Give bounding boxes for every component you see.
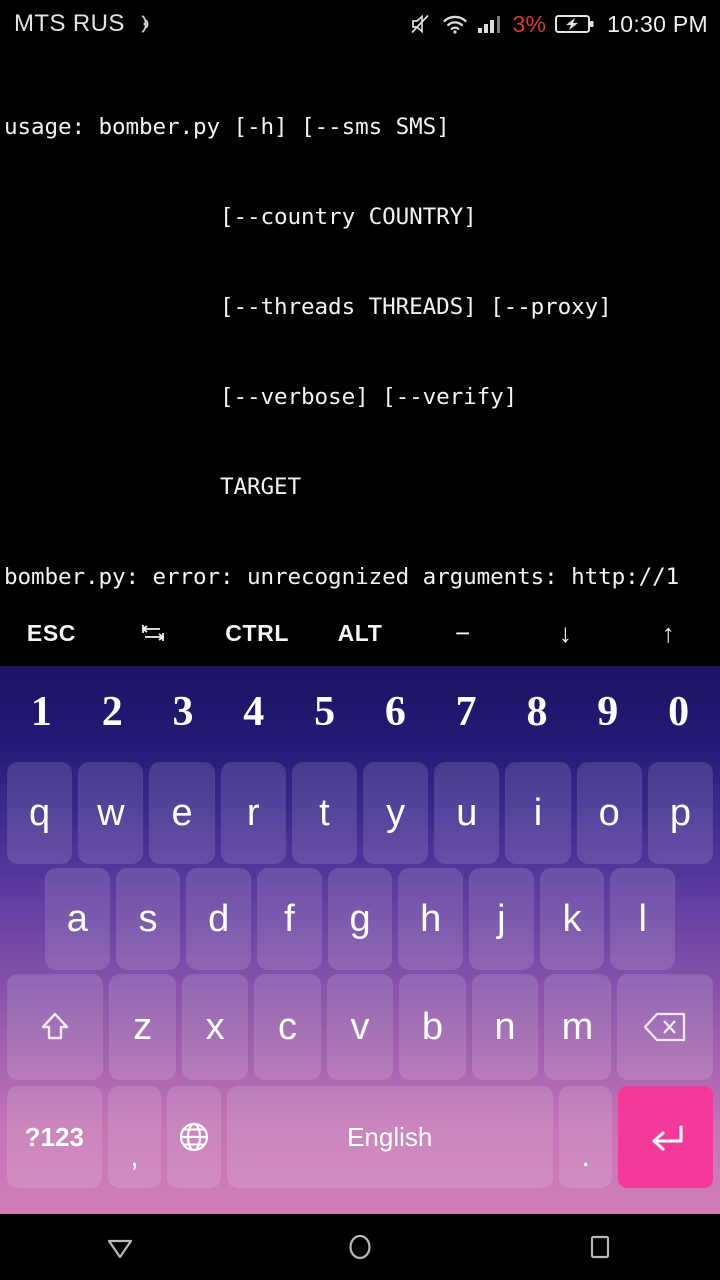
status-bar-left: MTS RUS bbox=[14, 10, 156, 38]
key-r[interactable]: r bbox=[220, 762, 286, 864]
language-switch-key[interactable] bbox=[167, 1086, 221, 1188]
key-h[interactable]: h bbox=[398, 868, 464, 970]
key-c[interactable]: c bbox=[254, 974, 321, 1080]
tab-key[interactable] bbox=[103, 600, 206, 666]
key-9[interactable]: 9 bbox=[572, 666, 643, 758]
key-8[interactable]: 8 bbox=[502, 666, 573, 758]
arrow-down-key[interactable]: ↓ bbox=[514, 600, 617, 666]
terminal-line: [--threads THREADS] [--proxy] bbox=[4, 294, 612, 320]
key-4[interactable]: 4 bbox=[218, 666, 289, 758]
status-bar-right: 3% 10:30 PM bbox=[409, 11, 708, 38]
key-y[interactable]: y bbox=[363, 762, 429, 864]
key-d[interactable]: d bbox=[186, 868, 252, 970]
signal-icon bbox=[477, 12, 503, 36]
clock-label: 10:30 PM bbox=[607, 10, 708, 37]
key-7[interactable]: 7 bbox=[431, 666, 502, 758]
home-button[interactable] bbox=[240, 1230, 480, 1264]
key-n[interactable]: n bbox=[471, 974, 539, 1080]
shift-arrow-icon bbox=[35, 1007, 75, 1047]
symbols-key[interactable]: ?123 bbox=[7, 1086, 102, 1188]
key-5[interactable]: 5 bbox=[289, 666, 360, 758]
globe-icon bbox=[174, 1117, 214, 1157]
space-key[interactable]: English bbox=[226, 1086, 553, 1188]
home-circle-icon bbox=[343, 1230, 377, 1264]
backspace-key[interactable] bbox=[616, 974, 714, 1080]
back-triangle-icon bbox=[103, 1230, 137, 1264]
minus-key[interactable]: − bbox=[411, 600, 514, 666]
recents-button[interactable] bbox=[480, 1230, 720, 1264]
keyboard-row-zxcv: z x c v b n m bbox=[0, 970, 720, 1080]
key-g[interactable]: g bbox=[327, 868, 393, 970]
carrier-label: MTS RUS bbox=[14, 10, 125, 37]
terminal-output[interactable]: usage: bomber.py [-h] [--sms SMS] [--cou… bbox=[0, 48, 720, 600]
terminal-line: TARGET bbox=[4, 474, 302, 500]
status-bar: MTS RUS 3% 10:30 PM bbox=[0, 0, 720, 48]
key-s[interactable]: s bbox=[115, 868, 181, 970]
key-v[interactable]: v bbox=[326, 974, 394, 1080]
key-3[interactable]: 3 bbox=[148, 666, 219, 758]
key-6[interactable]: 6 bbox=[360, 666, 431, 758]
phone-screen: MTS RUS 3% 10:30 PM usage: bomber.py [-h… bbox=[0, 0, 720, 1280]
terminal-line: [--verbose] [--verify] bbox=[4, 384, 518, 410]
key-2[interactable]: 2 bbox=[77, 666, 148, 758]
enter-key[interactable] bbox=[618, 1086, 713, 1188]
key-i[interactable]: i bbox=[505, 762, 571, 864]
alt-key[interactable]: ALT bbox=[309, 600, 412, 666]
ctrl-key[interactable]: CTRL bbox=[206, 600, 309, 666]
nfc-icon bbox=[134, 13, 156, 35]
keyboard-number-row: 1 2 3 4 5 6 7 8 9 0 bbox=[0, 666, 720, 758]
period-key[interactable]: . bbox=[558, 1086, 613, 1188]
key-0[interactable]: 0 bbox=[643, 666, 714, 758]
keyboard-row-bottom: ?123 , English . bbox=[0, 1080, 720, 1192]
key-1[interactable]: 1 bbox=[6, 666, 77, 758]
key-k[interactable]: k bbox=[539, 868, 605, 970]
recents-square-icon bbox=[583, 1230, 617, 1264]
key-o[interactable]: o bbox=[576, 762, 642, 864]
key-l[interactable]: l bbox=[610, 868, 676, 970]
battery-charging-icon bbox=[555, 13, 595, 35]
key-z[interactable]: z bbox=[109, 974, 176, 1080]
enter-arrow-icon bbox=[643, 1117, 689, 1157]
terminal-extra-keys-bar: ESC CTRL ALT − ↓ ↑ bbox=[0, 600, 720, 666]
android-navigation-bar bbox=[0, 1214, 720, 1280]
shift-key[interactable] bbox=[7, 974, 104, 1080]
wifi-icon bbox=[442, 12, 468, 36]
key-f[interactable]: f bbox=[257, 868, 322, 970]
key-x[interactable]: x bbox=[181, 974, 249, 1080]
key-j[interactable]: j bbox=[469, 868, 534, 970]
key-m[interactable]: m bbox=[544, 974, 611, 1080]
key-b[interactable]: b bbox=[399, 974, 466, 1080]
tab-icon bbox=[139, 621, 169, 645]
keyboard-row-asdf: a s d f g h j k l bbox=[0, 864, 720, 970]
key-w[interactable]: w bbox=[78, 762, 144, 864]
terminal-line: bomber.py: error: unrecognized arguments… bbox=[4, 564, 680, 590]
key-a[interactable]: a bbox=[45, 868, 110, 970]
key-e[interactable]: e bbox=[149, 762, 215, 864]
arrow-up-key[interactable]: ↑ bbox=[617, 600, 720, 666]
terminal-line: [--country COUNTRY] bbox=[4, 204, 477, 230]
comma-key[interactable]: , bbox=[107, 1086, 162, 1188]
key-u[interactable]: u bbox=[434, 762, 500, 864]
esc-key[interactable]: ESC bbox=[0, 600, 103, 666]
key-q[interactable]: q bbox=[7, 762, 73, 864]
key-p[interactable]: p bbox=[647, 762, 714, 864]
virtual-keyboard: 1 2 3 4 5 6 7 8 9 0 q w e r t y u i o p … bbox=[0, 666, 720, 1214]
battery-percent-label: 3% bbox=[512, 10, 547, 37]
terminal-line: usage: bomber.py [-h] [--sms SMS] bbox=[4, 114, 450, 140]
key-t[interactable]: t bbox=[291, 762, 358, 864]
mute-icon bbox=[409, 12, 433, 36]
keyboard-row-qwerty: q w e r t y u i o p bbox=[0, 758, 720, 864]
backspace-icon bbox=[642, 1010, 688, 1044]
back-button[interactable] bbox=[0, 1230, 240, 1264]
